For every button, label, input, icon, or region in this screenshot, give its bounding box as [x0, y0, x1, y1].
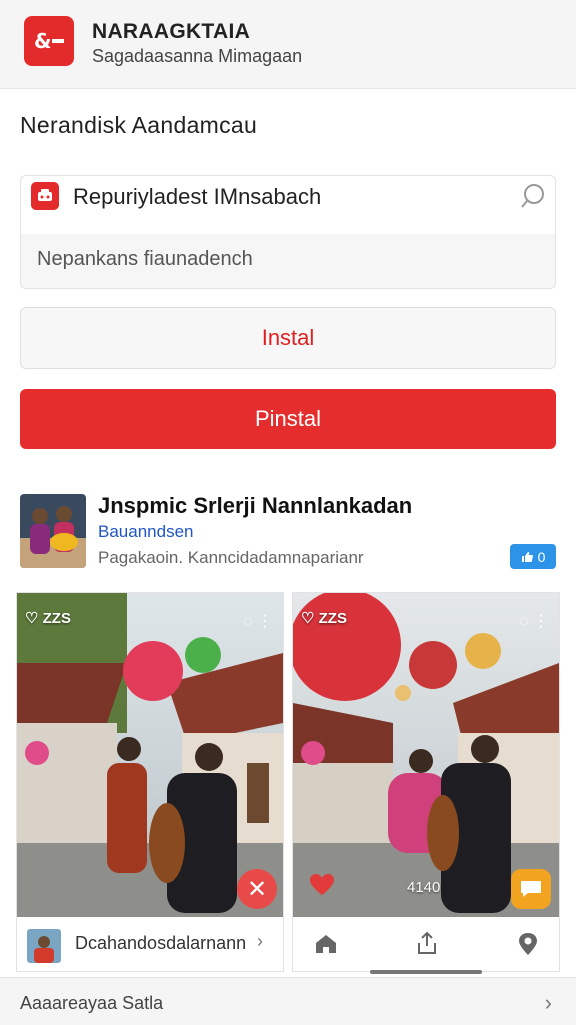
install-button-secondary[interactable]: Instal — [20, 307, 556, 369]
circle-icon[interactable]: ◌ — [519, 613, 529, 630]
photo-2-toolbar — [293, 917, 559, 971]
photo-2-label: ♡ ZZS — [301, 609, 347, 627]
home-icon[interactable] — [315, 933, 337, 960]
photo-2-tag: ZZS — [318, 610, 347, 627]
photo-1[interactable] — [17, 593, 283, 917]
bottom-bar[interactable]: Aaaareayaa Satla › — [0, 977, 576, 1025]
photo-2-controls[interactable]: ◌ ⋮ — [519, 611, 549, 631]
profile-thumbnail[interactable] — [20, 494, 86, 568]
profile-link[interactable]: Bauanndsen — [98, 522, 193, 542]
photo-card-2[interactable]: ♡ ZZS ◌ ⋮ 4140 — [292, 592, 560, 972]
search-card-title: Repuriyladest IMnsabach — [73, 184, 322, 209]
search-card: Repuriyladest IMnsabach Nepankans fiauna… — [20, 175, 556, 289]
section-title: Nerandisk Aandamcau — [20, 112, 258, 138]
photo-1-controls[interactable]: ◌ ⋮ — [243, 611, 273, 631]
svg-text:&: & — [34, 29, 51, 53]
chevron-right-icon[interactable]: › — [545, 990, 552, 1016]
home-indicator — [370, 970, 482, 974]
heart-filled-icon[interactable] — [309, 873, 335, 902]
app-title: NARAAGKTAIA — [92, 20, 251, 43]
app-subtitle: Sagadaasanna Mimagaan — [92, 46, 303, 66]
heart-outline-icon[interactable]: ♡ — [301, 610, 314, 627]
footer-label: Dcahandosdalarnann — [75, 933, 247, 953]
circle-icon[interactable]: ◌ — [243, 613, 253, 630]
like-count: 0 — [537, 548, 546, 565]
close-button[interactable]: ✕ — [237, 869, 277, 909]
view-count: 4140 — [407, 879, 441, 896]
chevron-right-icon[interactable]: › — [257, 931, 263, 952]
footer-avatar — [27, 929, 61, 963]
more-vertical-icon[interactable]: ⋮ — [533, 613, 549, 630]
like-count-badge[interactable]: 0 — [510, 544, 556, 569]
install-button-primary[interactable]: Pinstal — [20, 389, 556, 449]
bottom-bar-label: Aaaareayaa Satla — [20, 993, 164, 1013]
message-button[interactable] — [511, 869, 551, 909]
search-input-value: Nepankans fiaunadench — [37, 248, 253, 270]
search-icon[interactable] — [519, 182, 547, 215]
photo-card-1[interactable]: ♡ ZZS ◌ ⋮ ✕ Dcahandosdalarnann › — [16, 592, 284, 972]
location-pin-icon[interactable] — [517, 932, 539, 961]
photo-1-label: ♡ ZZS — [25, 609, 71, 627]
close-icon: ✕ — [246, 875, 268, 903]
message-icon — [521, 881, 541, 897]
app-logo-icon: & — [24, 16, 74, 66]
heart-outline-icon[interactable]: ♡ — [25, 610, 38, 627]
card-badge-icon — [21, 176, 69, 216]
more-vertical-icon[interactable]: ⋮ — [257, 613, 273, 630]
thumbs-up-icon — [521, 551, 533, 562]
share-icon[interactable] — [416, 931, 438, 960]
search-card-header[interactable]: Repuriyladest IMnsabach — [21, 176, 555, 235]
search-input[interactable]: Nepankans fiaunadench — [21, 234, 555, 288]
app-header: & NARAAGKTAIA Sagadaasanna Mimagaan — [0, 0, 576, 89]
photo-1-tag: ZZS — [42, 610, 71, 627]
photo-1-footer[interactable]: Dcahandosdalarnann › — [17, 917, 283, 971]
profile-description: Pagakaoin. Kanncidadamnaparianr — [98, 548, 364, 567]
profile-name: Jnspmic Srlerji Nannlankadan — [98, 493, 413, 518]
